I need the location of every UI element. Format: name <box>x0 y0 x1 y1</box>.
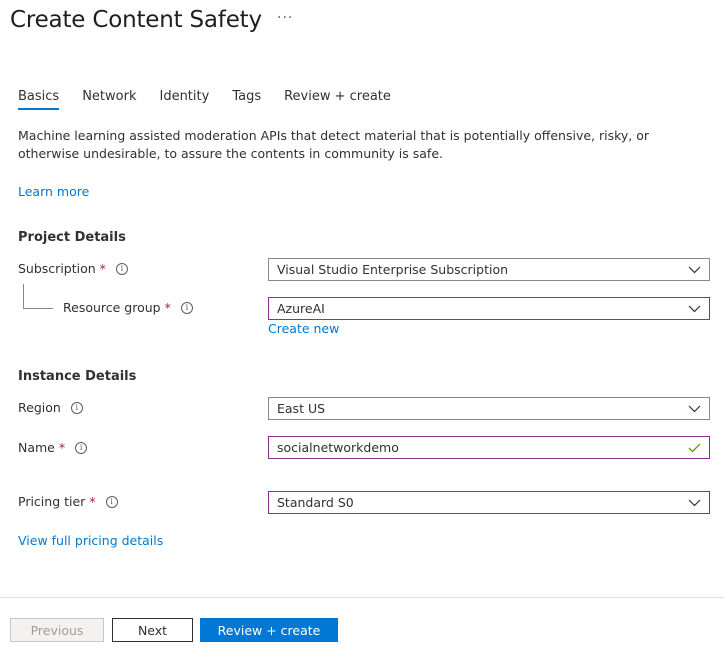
project-details-heading: Project Details <box>18 230 126 245</box>
required-mark: * <box>99 261 106 276</box>
tab-review-create[interactable]: Review + create <box>284 89 391 110</box>
name-input[interactable]: socialnetworkdemo <box>268 436 710 459</box>
resource-group-label: Resource group * i <box>63 300 193 315</box>
review-create-button[interactable]: Review + create <box>200 618 338 642</box>
pricing-tier-label: Pricing tier * i <box>18 494 118 509</box>
subscription-label-text: Subscription <box>18 261 96 276</box>
info-icon[interactable]: i <box>75 441 88 454</box>
chevron-down-icon <box>679 305 709 313</box>
info-icon[interactable]: i <box>105 495 118 508</box>
required-mark: * <box>89 494 96 509</box>
more-options-icon[interactable]: ··· <box>277 10 293 26</box>
resource-group-label-text: Resource group <box>63 300 161 315</box>
pricing-tier-label-text: Pricing tier <box>18 494 86 509</box>
pricing-tier-dropdown[interactable]: Standard S0 <box>268 491 710 514</box>
instance-details-heading: Instance Details <box>18 369 137 384</box>
subscription-label: Subscription * i <box>18 261 128 276</box>
required-mark: * <box>164 300 171 315</box>
footer-divider <box>0 597 724 598</box>
name-label-text: Name <box>18 440 55 455</box>
tree-connector-vertical <box>23 284 24 308</box>
tree-connector-horizontal <box>23 308 53 309</box>
pricing-tier-value: Standard S0 <box>277 495 354 510</box>
region-value: East US <box>277 401 326 416</box>
region-label-text: Region <box>18 400 61 415</box>
info-icon[interactable]: i <box>70 401 83 414</box>
description-text: Machine learning assisted moderation API… <box>18 128 650 161</box>
resource-group-value: AzureAI <box>277 301 325 316</box>
name-value: socialnetworkdemo <box>277 440 399 455</box>
region-label: Region i <box>18 400 83 415</box>
required-mark: * <box>58 440 66 455</box>
subscription-value: Visual Studio Enterprise Subscription <box>277 262 509 277</box>
name-label: Name * i <box>18 440 88 455</box>
tab-network[interactable]: Network <box>82 89 136 110</box>
checkmark-icon <box>679 443 709 453</box>
chevron-down-icon <box>679 266 709 274</box>
create-new-link[interactable]: Create new <box>268 321 339 336</box>
chevron-down-icon <box>679 405 709 413</box>
tab-bar: Basics Network Identity Tags Review + cr… <box>18 89 414 110</box>
tab-basics[interactable]: Basics <box>18 89 60 110</box>
page-title: Create Content Safety <box>10 7 262 33</box>
tab-identity[interactable]: Identity <box>159 89 209 110</box>
region-dropdown[interactable]: East US <box>268 397 710 420</box>
info-icon[interactable]: i <box>180 301 193 314</box>
next-button[interactable]: Next <box>112 618 193 642</box>
chevron-down-icon <box>679 499 709 507</box>
info-icon[interactable]: i <box>115 262 128 275</box>
learn-more-link[interactable]: Learn more <box>18 184 89 199</box>
view-pricing-link[interactable]: View full pricing details <box>18 533 163 548</box>
subscription-dropdown[interactable]: Visual Studio Enterprise Subscription <box>268 258 710 281</box>
previous-button[interactable]: Previous <box>10 618 104 642</box>
tab-tags[interactable]: Tags <box>232 89 261 110</box>
resource-group-dropdown[interactable]: AzureAI <box>268 297 710 320</box>
